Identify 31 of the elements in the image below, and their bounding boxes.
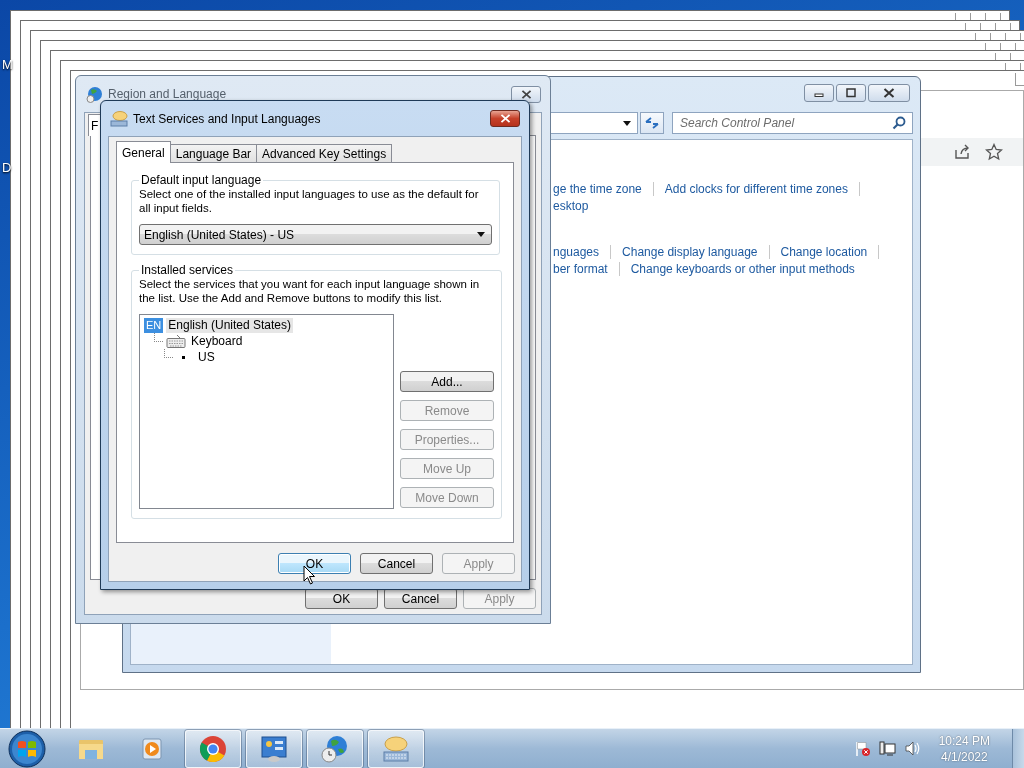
settings-link[interactable]: ber format	[553, 261, 608, 276]
desktop-icon-label: D	[2, 160, 13, 175]
tab[interactable]: Advanced Key Settings	[256, 144, 393, 162]
tab[interactable]: General	[116, 141, 171, 163]
clock-date: 4/1/2022	[940, 748, 988, 765]
group-title: Installed services	[140, 263, 235, 277]
window-title: Region and Language	[108, 87, 228, 101]
settings-link[interactable]: esktop	[553, 198, 589, 213]
dialog-button[interactable]: Add...	[400, 371, 494, 392]
tree-item[interactable]: US	[196, 349, 217, 365]
dialog-button[interactable]: Cancel	[384, 588, 457, 609]
dialog-button[interactable]: OK	[278, 553, 351, 574]
clock-time: 10:24 PM	[938, 732, 990, 749]
settings-link[interactable]: ge the time zone	[553, 181, 642, 196]
group-description: Select one of the installed input languages to use as the default for all input fields.	[139, 188, 480, 215]
group-title: Default input language	[140, 173, 263, 187]
settings-link[interactable]: Change keyboards or other input methods	[630, 261, 855, 276]
tab[interactable]: Language Bar	[169, 144, 258, 162]
window-title: Text Services and Input Languages	[133, 111, 322, 126]
language-badge: EN	[144, 317, 164, 333]
settings-link[interactable]: nguages	[553, 244, 600, 259]
search-field[interactable]: Search Control Panel	[672, 112, 913, 134]
language-dropdown[interactable]: English (United States) - US	[139, 224, 492, 245]
tree-item[interactable]: Keyboard	[189, 333, 245, 349]
dialog-button[interactable]: Cancel	[360, 553, 433, 574]
group-description: Select the services that you want for each input language shown in the list. Use the Add and Remove buttons to modify this list.	[139, 278, 481, 305]
settings-link[interactable]: Change location	[780, 244, 868, 259]
settings-link[interactable]: Add clocks for different time zones	[664, 181, 848, 196]
settings-link[interactable]: Change display language	[622, 244, 758, 259]
dialog-button[interactable]: OK	[305, 588, 378, 609]
tree-item[interactable]: English (United States)	[166, 317, 293, 333]
